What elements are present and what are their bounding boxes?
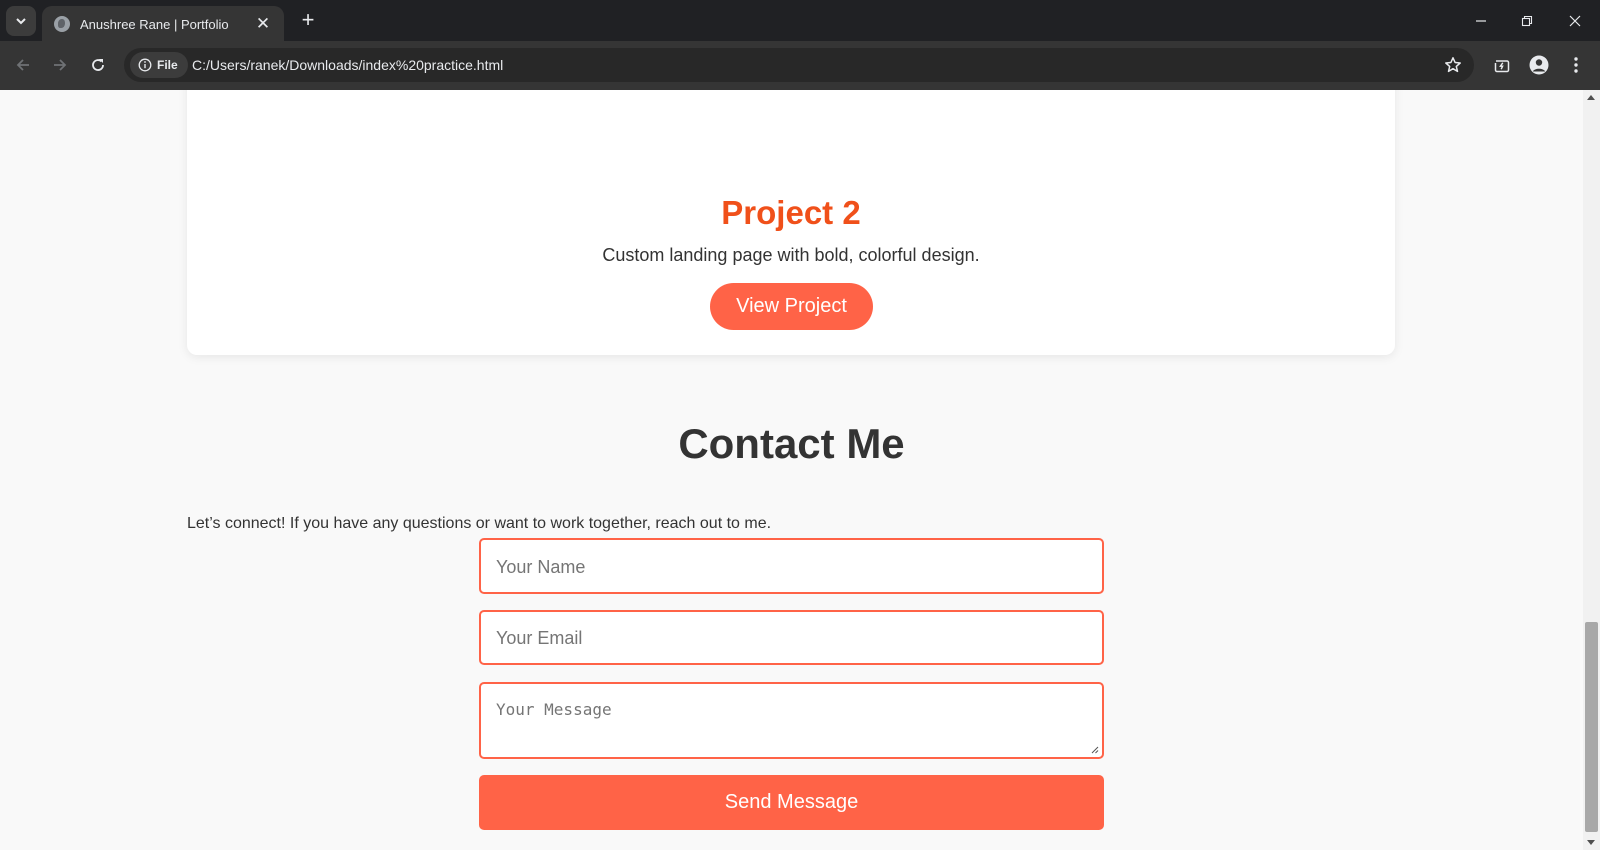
globe-icon <box>54 16 70 32</box>
message-textarea[interactable]: Your Message <box>479 682 1104 759</box>
project-card: Project 2 Custom landing page with bold,… <box>187 90 1395 355</box>
browser-tab[interactable]: Anushree Rane | Portfolio ✕ <box>42 6 284 42</box>
tab-close-button[interactable]: ✕ <box>254 15 272 33</box>
account-icon <box>1529 55 1549 75</box>
name-input[interactable]: Your Name <box>479 538 1104 594</box>
back-button[interactable] <box>8 50 38 80</box>
message-placeholder: Your Message <box>496 700 612 719</box>
reload-icon <box>92 59 104 71</box>
contact-intro: Let’s connect! If you have any questions… <box>187 515 772 532</box>
forward-button[interactable] <box>45 50 75 80</box>
scroll-up-arrow-icon[interactable] <box>1587 95 1595 100</box>
project-title: Project 2 <box>721 194 861 231</box>
menu-button[interactable] <box>1561 50 1591 80</box>
extension-button[interactable] <box>1487 50 1517 80</box>
chevron-down-icon <box>16 18 26 25</box>
bookmark-star-icon[interactable] <box>1444 56 1462 74</box>
restore-icon <box>1521 15 1533 26</box>
info-icon <box>138 58 152 72</box>
minimize-button[interactable] <box>1458 0 1504 41</box>
arrow-right-icon <box>54 59 67 71</box>
view-project-button[interactable]: View Project <box>710 283 873 330</box>
more-vertical-icon <box>1574 57 1578 73</box>
tab-strip: Anushree Rane | Portfolio ✕ + <box>0 0 1600 42</box>
scrollbar-thumb[interactable] <box>1585 622 1598 832</box>
reload-button[interactable] <box>83 50 113 80</box>
page-viewport: Project 2 Custom landing page with bold,… <box>0 90 1600 850</box>
contact-title: Contact Me <box>678 420 905 467</box>
tab-search-button[interactable] <box>6 6 36 36</box>
project-description: Custom landing page with bold, colorful … <box>602 245 980 265</box>
profile-button[interactable] <box>1524 50 1554 80</box>
new-tab-button[interactable]: + <box>295 8 321 34</box>
restore-button[interactable] <box>1504 0 1550 41</box>
browser-toolbar: File C:/Users/ranek/Downloads/index%20pr… <box>0 41 1600 90</box>
url-text[interactable]: C:/Users/ranek/Downloads/index%20practic… <box>192 57 503 73</box>
vertical-scrollbar[interactable] <box>1583 90 1600 850</box>
resize-grip-icon[interactable] <box>1091 746 1099 754</box>
site-chip-label: File <box>157 58 178 72</box>
minimize-icon <box>1476 19 1486 22</box>
scroll-down-arrow-icon[interactable] <box>1587 840 1595 845</box>
email-input[interactable]: Your Email <box>479 610 1104 665</box>
close-icon <box>1569 15 1581 26</box>
extension-icon <box>1494 60 1510 73</box>
arrow-left-icon <box>16 59 29 71</box>
tab-title: Anushree Rane | Portfolio <box>80 16 229 32</box>
close-window-button[interactable] <box>1552 0 1598 41</box>
address-bar[interactable]: File C:/Users/ranek/Downloads/index%20pr… <box>124 48 1474 82</box>
send-message-button[interactable]: Send Message <box>479 775 1104 830</box>
site-info-chip[interactable]: File <box>130 52 188 78</box>
